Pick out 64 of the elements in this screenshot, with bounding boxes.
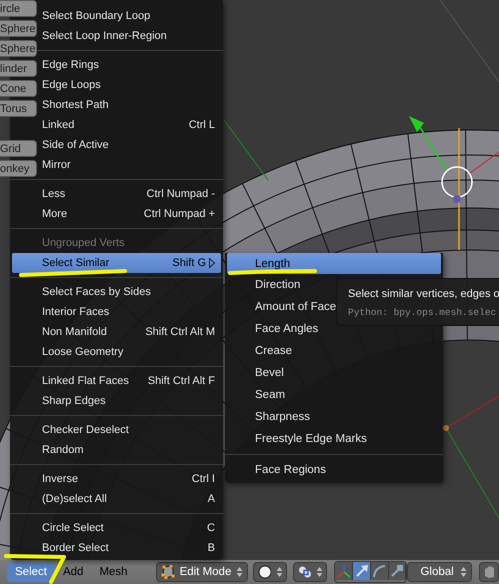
- edit-mode-icon: [160, 565, 175, 579]
- menu-item[interactable]: (De)select All A: [40, 489, 221, 509]
- menu-item[interactable]: Length: [227, 253, 441, 274]
- toolshelf-button[interactable]: Sphere: [0, 40, 37, 57]
- cube-button[interactable]: [479, 562, 499, 582]
- arrow-icon: [354, 564, 369, 578]
- menu-item[interactable]: Bevel: [227, 362, 441, 384]
- menu-item[interactable]: Edge Loops: [40, 75, 221, 95]
- toolshelf-button[interactable]: Cone: [0, 80, 37, 97]
- menu-item[interactable]: Face Regions: [227, 459, 441, 481]
- menu-item[interactable]: Side of Active: [40, 135, 221, 155]
- menu-item[interactable]: Less Ctrl Numpad -: [40, 184, 221, 204]
- pivot-point-icon: [298, 565, 312, 579]
- toolshelf-button[interactable]: onkey: [0, 160, 37, 177]
- menu-item[interactable]: Sharpness: [227, 406, 441, 428]
- menu-item[interactable]: Select Loop Inner-Region: [40, 26, 221, 46]
- menu-item[interactable]: Sharp Edges: [40, 391, 221, 411]
- up-down-arrows-icon: [460, 566, 467, 578]
- menu-item[interactable]: Seam: [227, 384, 441, 406]
- menu-item[interactable]: Non Manifold Shift Ctrl Alt M: [40, 322, 221, 342]
- manipulator-button[interactable]: [388, 562, 406, 580]
- menu-item[interactable]: Edge Rings: [40, 55, 221, 75]
- menu-item[interactable]: Select Faces by Sides: [40, 282, 221, 302]
- toolshelf-button[interactable]: ircle: [0, 0, 37, 17]
- up-down-arrows-icon: [316, 566, 322, 578]
- menu-item[interactable]: Random: [40, 440, 221, 460]
- mode-dropdown[interactable]: Edit Mode: [156, 562, 248, 582]
- header-menu[interactable]: Select: [7, 562, 55, 582]
- scale-handle-icon: [390, 564, 404, 578]
- orientation-dropdown[interactable]: Global: [407, 562, 472, 582]
- menu-item[interactable]: Select Similar Shift G: [12, 253, 221, 273]
- header-menu[interactable]: Add: [54, 562, 92, 582]
- menu-item[interactable]: Mirror: [40, 155, 221, 175]
- manipulator-button[interactable]: [370, 562, 389, 580]
- submenu-arrow-icon: [209, 258, 215, 268]
- menu-item[interactable]: Circle Select C: [40, 518, 221, 538]
- toolshelf-button[interactable]: Torus: [0, 100, 37, 117]
- menu-item[interactable]: Linked Ctrl L: [40, 115, 221, 135]
- menu-item[interactable]: Checker Deselect: [40, 420, 221, 440]
- manipulator-button[interactable]: [335, 562, 354, 580]
- up-down-arrows-icon: [236, 566, 244, 578]
- arc-icon: [372, 564, 386, 578]
- menu-item[interactable]: Loose Geometry: [40, 342, 221, 362]
- toolshelf-button[interactable]: linder: [0, 60, 37, 77]
- menu-item[interactable]: Border Select B: [40, 538, 221, 558]
- menu-item[interactable]: Inverse Ctrl I: [40, 469, 221, 489]
- shading-dropdown[interactable]: [253, 562, 288, 582]
- pivot-dropdown[interactable]: [293, 562, 328, 582]
- header-menu[interactable]: Mesh: [91, 562, 136, 582]
- manipulator-button[interactable]: [353, 562, 371, 580]
- cube-icon: [484, 565, 494, 579]
- menu-item[interactable]: Linked Flat Faces Shift Ctrl Alt F: [40, 371, 221, 391]
- toolshelf-button[interactable]: Sphere: [0, 20, 37, 37]
- menu-item[interactable]: Interior Faces: [40, 302, 221, 322]
- menu-item[interactable]: Select Boundary Loop: [40, 6, 221, 26]
- up-down-arrows-icon: [276, 566, 282, 578]
- tooltip-description: Select similar vertices, edges o: [348, 288, 499, 300]
- menu-item[interactable]: More Ctrl Numpad +: [40, 204, 221, 224]
- menu-item[interactable]: Freestyle Edge Marks: [227, 428, 441, 450]
- tooltip-python-path: Python: bpy.ops.mesh.selec: [348, 307, 498, 318]
- menu-item[interactable]: Shortest Path: [40, 95, 221, 115]
- axes-icon: [336, 564, 351, 578]
- menu-item[interactable]: Crease: [227, 340, 441, 362]
- toolshelf-button[interactable]: Grid: [0, 140, 37, 157]
